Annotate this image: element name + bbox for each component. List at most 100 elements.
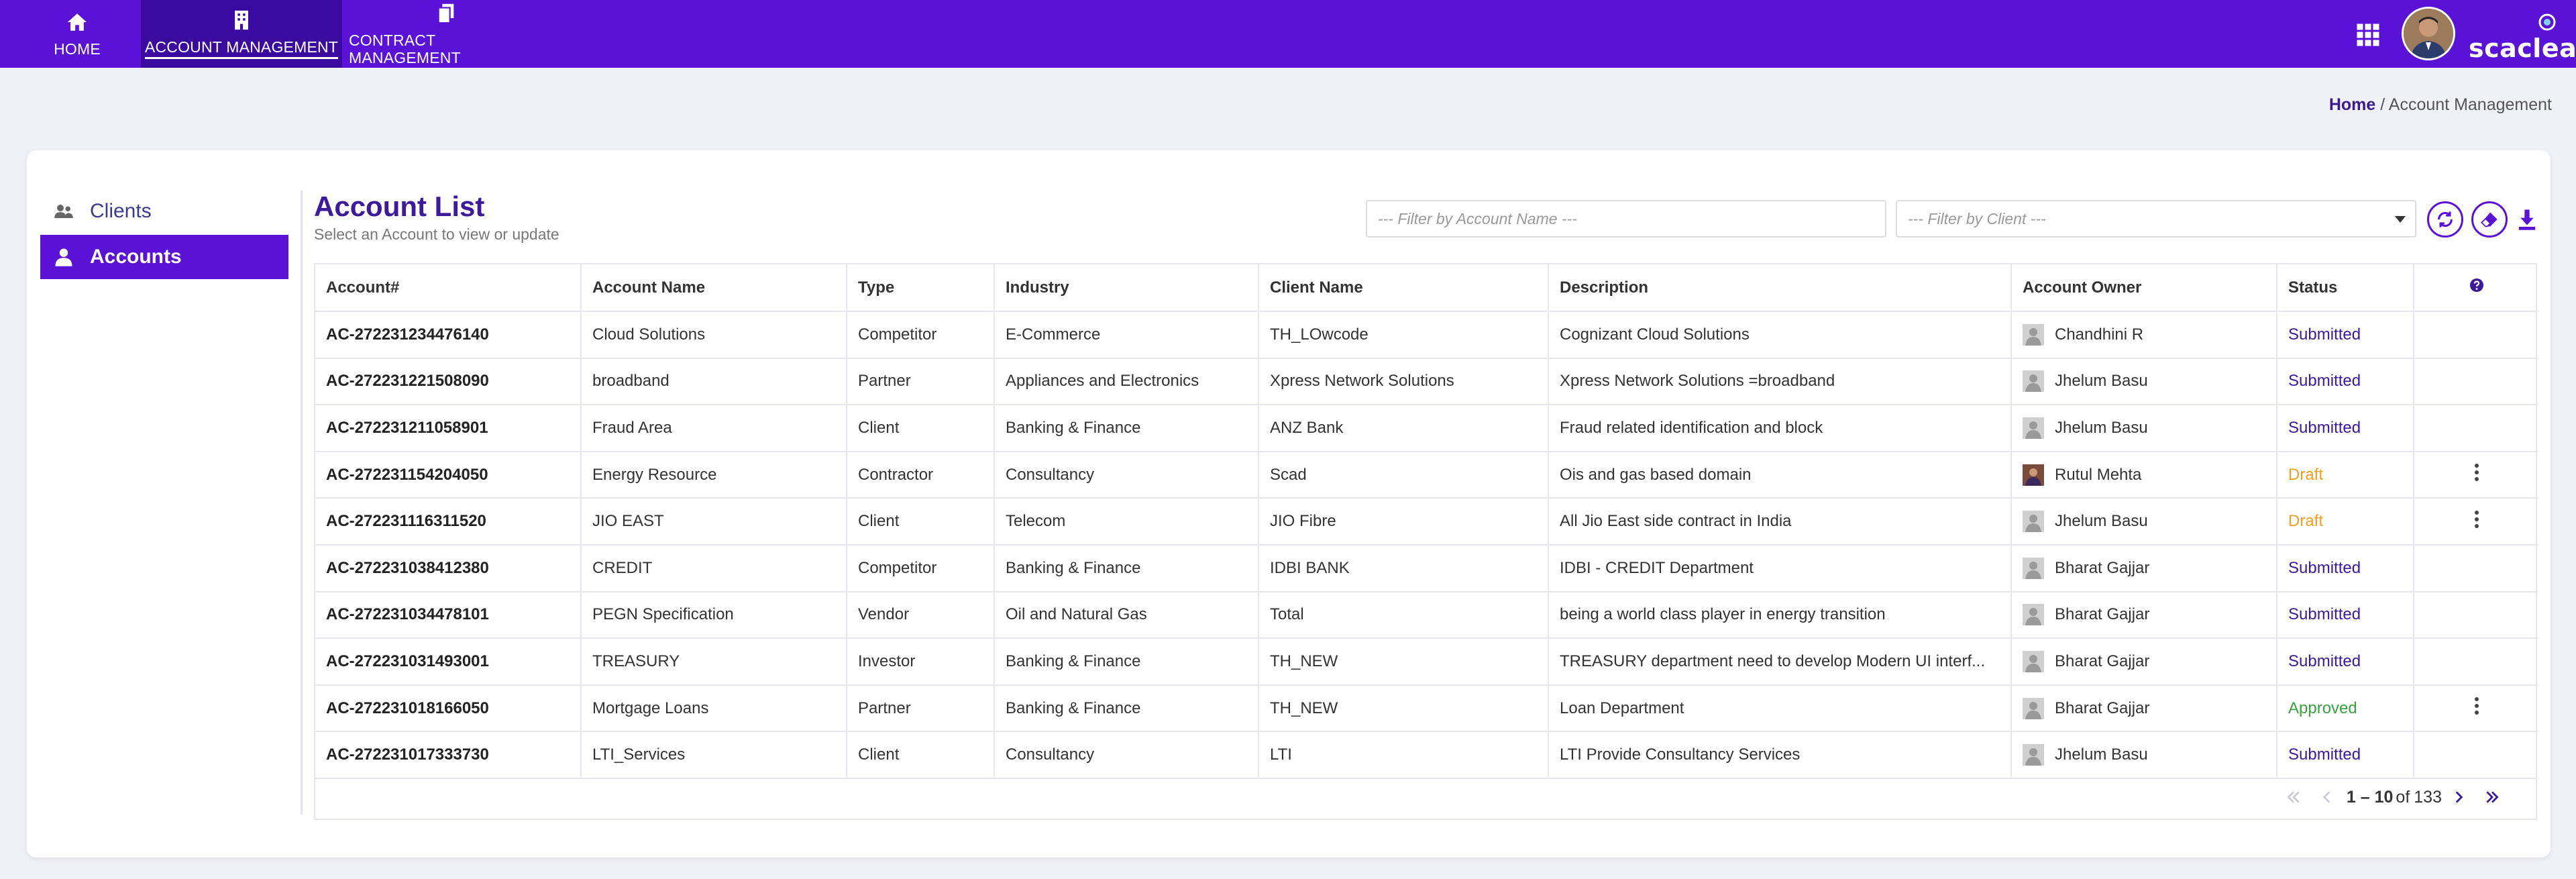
account-owner-cell: Jhelum Basu [2011,498,2277,546]
industry-cell: E-Commerce [994,311,1259,359]
more-vertical-icon[interactable] [2474,510,2479,529]
client-name-cell: Total [1258,591,1549,639]
client-name-cell: JIO Fibre [1258,498,1549,546]
table-row[interactable]: AC-272231017333730 LTI_Services Client Cons… [315,731,2538,779]
avatar-placeholder-icon [2023,744,2044,766]
sidebar-item-clients[interactable]: Clients [40,189,288,234]
chevron-right-icon [2455,791,2463,803]
download-icon[interactable] [2517,208,2537,231]
owner-avatar [2023,744,2044,766]
brand-logo: scaclea [2469,13,2576,63]
row-actions-cell[interactable] [2414,684,2538,733]
owner-name: Jhelum Basu [2055,372,2148,391]
description-cell: being a world class player in energy tra… [1548,591,2012,639]
nav-home[interactable]: HOME [40,0,114,68]
column-header[interactable]: Client Name [1258,264,1549,312]
table-row[interactable]: AC-272231211058901 Fraud Area Client Bankin… [315,405,2538,452]
client-name-cell: ANZ Bank [1258,405,1549,452]
avatar-placeholder-icon [2023,370,2044,393]
sidebar-item-accounts[interactable]: Accounts [40,235,288,279]
avatar-placeholder-icon [2023,604,2044,626]
column-header[interactable]: Account Name [581,264,847,312]
owner-name: Bharat Gajjar [2055,699,2150,717]
account-name-cell: Mortgage Loans [581,684,847,733]
nav-contract-management-label: CONTRACT MANAGEMENT [349,31,461,66]
type-cell: Competitor [847,311,995,359]
client-name-cell: TH_LOwcode [1258,311,1549,359]
status-cell: Submitted [2277,358,2414,406]
client-name-cell: LTI [1258,731,1549,779]
row-actions-cell[interactable] [2414,498,2538,546]
logo-mark-icon [2538,13,2556,31]
last-page-button[interactable] [2482,787,2502,807]
refresh-button[interactable] [2427,201,2463,238]
next-page-button[interactable] [2449,787,2469,807]
table-row[interactable]: AC-272231018166050 Mortgage Loans Partner B… [315,684,2538,733]
help-column-header[interactable] [2414,264,2538,312]
description-cell: All Jio East side contract in India [1548,498,2012,546]
row-actions-cell [2414,638,2538,686]
account-number-cell: AC-272231034478101 [315,591,582,639]
page-title: Account List [314,191,485,222]
help-icon[interactable] [2469,277,2485,293]
more-vertical-icon[interactable] [2474,463,2479,482]
type-cell: Client [847,498,995,546]
breadcrumb-home[interactable]: Home [2329,95,2375,114]
account-owner-cell: Jhelum Basu [2011,405,2277,452]
type-cell: Client [847,731,995,779]
row-actions-cell [2414,311,2538,359]
previous-page-button[interactable] [2317,787,2337,807]
account-number-cell: AC-272231038412380 [315,544,582,592]
account-name-cell: TREASURY [581,638,847,686]
table-row[interactable]: AC-272231221508090 broadband Partner Applia… [315,358,2538,406]
nav-home-label: HOME [54,40,101,58]
industry-cell: Consultancy [994,451,1259,499]
account-owner-cell: Bharat Gajjar [2011,544,2277,592]
table-row[interactable]: AC-272231031493001 TREASURY Investor Bankin… [315,638,2538,686]
page-total: 133 [2414,787,2442,807]
user-icon [55,248,72,266]
column-header[interactable]: Account Owner [2011,264,2277,312]
column-header[interactable]: Industry [994,264,1259,312]
apps-grid-icon[interactable] [2356,23,2380,47]
table-row[interactable]: AC-272231234476140 Cloud Solutions Competi… [315,311,2538,359]
table-row[interactable]: AC-272231154204050 Energy Resource Contrac… [315,451,2538,499]
avatar-placeholder-icon [2023,650,2044,672]
filter-client-select[interactable]: --- Filter by Client --- [1896,200,2416,238]
top-navbar: HOME ACCOUNT MANAGEMENT CONTRACT MANAGEM… [0,0,2576,68]
building-icon [235,10,248,30]
column-header[interactable]: Description [1548,264,2012,312]
avatar-placeholder-icon [2023,511,2044,533]
column-header[interactable]: Account# [315,264,582,312]
industry-cell: Banking & Finance [994,405,1259,452]
home-icon [67,13,87,31]
double-chevron-right-icon [2486,791,2499,803]
status-cell: Submitted [2277,638,2414,686]
table-row[interactable]: AC-272231116311520 JIO EAST Client Telecom J… [315,498,2538,546]
clear-filter-button[interactable] [2471,201,2508,238]
avatar-placeholder-icon [2023,323,2044,346]
owner-avatar [2023,697,2044,719]
nav-contract-management[interactable]: CONTRACT MANAGEMENT [349,0,543,68]
table-row[interactable]: AC-272231038412380 CREDIT Competitor Bankin… [315,544,2538,592]
pagination: 1 – 10 of 133 [2277,776,2536,819]
industry-cell: Consultancy [994,731,1259,779]
nav-account-management[interactable]: ACCOUNT MANAGEMENT [141,0,342,68]
account-name-cell: Cloud Solutions [581,311,847,359]
column-header[interactable]: Status [2277,264,2414,312]
row-actions-cell[interactable] [2414,451,2538,499]
first-page-button[interactable] [2284,787,2304,807]
column-header[interactable]: Type [847,264,995,312]
table-row[interactable]: AC-272231034478101 PEGN Specification Vend… [315,591,2538,639]
type-cell: Client [847,405,995,452]
more-vertical-icon[interactable] [2474,696,2479,715]
user-avatar[interactable] [2402,7,2455,60]
account-number-cell: AC-272231116311520 [315,498,582,546]
industry-cell: Oil and Natural Gas [994,591,1259,639]
industry-cell: Banking & Finance [994,638,1259,686]
filter-account-name-input[interactable]: --- Filter by Account Name --- [1366,200,1886,238]
account-owner-cell: Jhelum Basu [2011,358,2277,406]
status-cell: Submitted [2277,311,2414,359]
industry-cell: Appliances and Electronics [994,358,1259,406]
chevron-left-icon [2322,791,2330,803]
